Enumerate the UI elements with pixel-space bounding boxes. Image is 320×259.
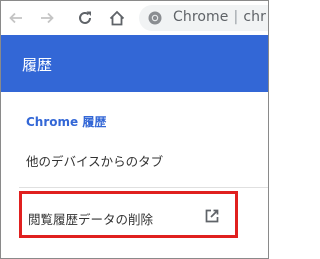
site-name: Chrome <box>173 9 229 25</box>
home-button[interactable] <box>105 6 129 30</box>
chrome-site-icon <box>148 11 162 25</box>
arrow-left-icon <box>9 12 22 24</box>
address-url: chr <box>243 9 266 25</box>
sidebar-item-label: 他のデバイスからのタブ <box>26 154 164 169</box>
sidebar-item-label: Chrome 履歴 <box>26 115 107 129</box>
sidebar-divider <box>19 187 268 188</box>
address-separator: | <box>233 9 239 25</box>
page-title: 履歴 <box>22 56 53 74</box>
sidebar-item-chrome-history[interactable]: Chrome 履歴 <box>1 109 268 133</box>
back-button[interactable] <box>4 6 28 30</box>
reload-icon <box>79 11 91 24</box>
forward-button[interactable] <box>35 6 59 30</box>
reload-button[interactable] <box>73 6 97 30</box>
history-header: 履歴 <box>1 35 268 92</box>
sidebar-item-label: 閲覧履歴データの削除 <box>28 212 154 227</box>
sidebar-item-clear-browsing-data[interactable]: 閲覧履歴データの削除 <box>1 191 268 241</box>
browser-toolbar: Chrome | chr <box>1 1 268 35</box>
arrow-right-icon <box>41 12 54 24</box>
address-bar[interactable]: Chrome | chr <box>139 5 268 31</box>
home-icon <box>109 10 125 26</box>
sidebar-item-tabs-from-other-devices[interactable]: 他のデバイスからのタブ <box>1 147 268 173</box>
open-in-new-icon <box>205 209 219 223</box>
browser-window: Chrome | chr 履歴 Chrome 履歴 他のデバイスからのタブ 閲覧履歴… <box>0 0 269 259</box>
address-bar-text: Chrome | chr <box>173 9 266 25</box>
